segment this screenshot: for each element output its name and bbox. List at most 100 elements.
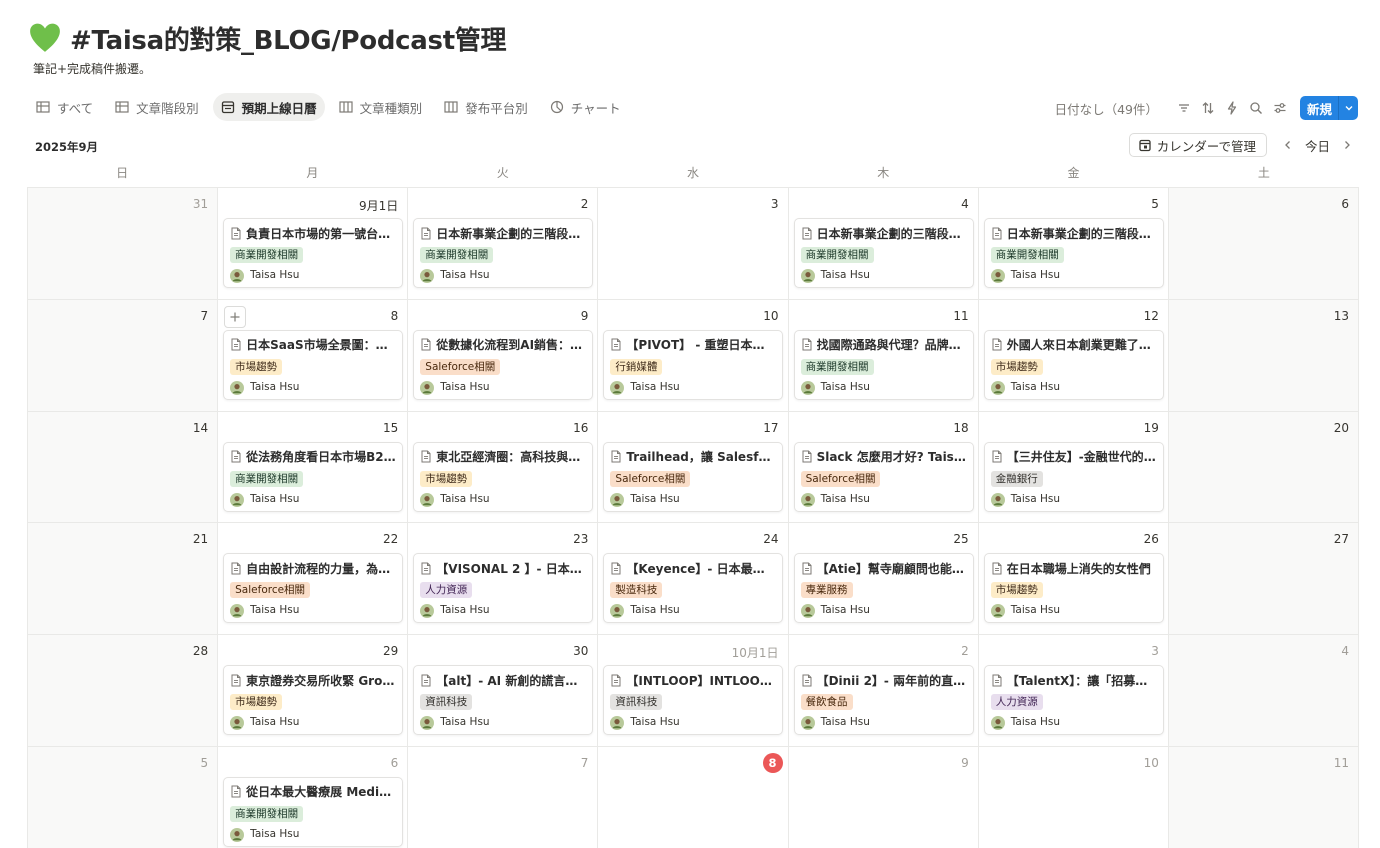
calendar-day[interactable]: 23 【VISONAL 2 】- 日本開發人才市場人力資源 Taisa Hsu xyxy=(408,523,599,636)
calendar-day[interactable]: 12 外國人來日本創業更難了？新制度解析市場趨勢 Taisa Hsu xyxy=(978,299,1169,412)
calendar-card[interactable]: 從數據化流程到AI銷售：日本企業的轉型 Saleforce相關 Taisa Hsu xyxy=(413,329,594,400)
today-button[interactable]: 今日 xyxy=(1299,136,1336,155)
calendar-card[interactable]: 找國際通路與代理？品牌出海的關鍵商業開發相關 Taisa Hsu xyxy=(793,329,974,400)
calendar-day[interactable]: 2 日本新事業企劃的三階段流程 商業開發相關 Taisa Hsu xyxy=(408,188,599,300)
search-icon[interactable] xyxy=(1248,100,1264,116)
day-number: 4 xyxy=(961,197,969,211)
calendar-day[interactable]: 20 xyxy=(1168,411,1359,524)
calendar-day[interactable]: 31 xyxy=(28,188,219,300)
calendar-card[interactable]: 外國人來日本創業更難了？新制度解析市場趨勢 Taisa Hsu xyxy=(983,329,1164,400)
calendar-card[interactable]: 東北亞經濟圈：高科技與供應鏈市場趨勢 Taisa Hsu xyxy=(413,441,594,512)
calendar-day[interactable]: 28 xyxy=(28,635,219,747)
calendar-card[interactable]: Trailhead，讓 Salesforce 學習更簡單 Saleforce相關 T… xyxy=(603,441,784,512)
calendar-day[interactable]: 9 xyxy=(788,746,979,848)
calendar-card[interactable]: 日本新事業企劃的三階段流程 商業開發相關 Taisa Hsu xyxy=(413,218,594,288)
calendar-day[interactable]: 9月1日負責日本市場的第一號台灣人：Taisa的對策商業開發相關 Taisa Hs… xyxy=(218,188,409,300)
calendar-day[interactable]: 19 【三井住友】-金融世代的數位轉型金融銀行 Taisa Hsu xyxy=(978,411,1169,524)
calendar-day[interactable]: 4 日本新事業企劃的三階段流程 商業開發相關 Taisa Hsu xyxy=(788,188,979,300)
calendar-day[interactable]: 11 找國際通路與代理？品牌出海的關鍵商業開發相關 Taisa Hsu xyxy=(788,299,979,412)
calendar-card[interactable]: 負責日本市場的第一號台灣人：Taisa的對策商業開發相關 Taisa Hsu xyxy=(223,218,404,288)
calendar-card[interactable]: 【Keyence】- 日本最賺錢的製造商製造科技 Taisa Hsu xyxy=(603,553,784,624)
calendar-day[interactable]: 13 xyxy=(1168,299,1359,412)
calendar-card[interactable]: 【Atie】幫寺廟顧問也能IT化 專業服務 Taisa Hsu xyxy=(793,553,974,624)
tab-chart[interactable]: チャート xyxy=(542,93,629,121)
sort-icon[interactable] xyxy=(1200,100,1216,116)
calendar-card[interactable]: 從日本最大醫療展 Medical Japan 看趨勢商業開發相關 Taisa Hs… xyxy=(223,776,404,847)
calendar-day[interactable]: 22 自由設計流程的力量，為業務帶來效率 Saleforce相關 Taisa Hsu xyxy=(218,523,409,636)
author-name: Taisa Hsu xyxy=(1010,380,1060,393)
calendar-card[interactable]: 【VISONAL 2 】- 日本開發人才市場人力資源 Taisa Hsu xyxy=(413,553,594,624)
calendar-card[interactable]: 日本SaaS市場全景圖：從成長到挑戰市場趨勢 Taisa Hsu xyxy=(223,329,404,400)
calendar-day[interactable]: 2 【Dinii 2】- 兩年前的直覺與現在餐飲食品 Taisa Hsu xyxy=(788,635,979,747)
tab-article-type[interactable]: 文章種類別 xyxy=(331,93,431,121)
calendar-day[interactable]: 5 xyxy=(28,746,219,848)
calendar-day[interactable]: 17 Trailhead，讓 Salesforce 學習更簡單 Saleforce相… xyxy=(598,411,789,524)
calendar-day[interactable]: 14 xyxy=(28,411,219,524)
calendar-card[interactable]: 從法務角度看日本市場B2B合約商業開發相關 Taisa Hsu xyxy=(223,441,404,512)
tab-calendar[interactable]: 預期上線日曆 xyxy=(212,93,325,121)
category-tag: 資訊科技 xyxy=(420,694,473,711)
calendar-day[interactable]: 7 xyxy=(408,746,599,848)
calendar-day[interactable]: 10 【PIVOT】 - 重塑日本「商業媒體」行銷媒體 Taisa Hsu xyxy=(598,299,789,412)
no-date-count[interactable]: 日付なし（49件） xyxy=(1055,99,1158,118)
filter-icon[interactable] xyxy=(1176,100,1192,116)
calendar-card[interactable]: 【PIVOT】 - 重塑日本「商業媒體」行銷媒體 Taisa Hsu xyxy=(603,329,784,400)
settings-icon[interactable] xyxy=(1272,100,1288,116)
calendar-card[interactable]: 在日本職場上消失的女性們 市場趨勢 Taisa Hsu xyxy=(983,553,1164,624)
new-button-label[interactable]: 新規 xyxy=(1299,96,1338,120)
tab-all[interactable]: すべて xyxy=(28,93,101,121)
chevron-left-icon[interactable] xyxy=(1280,137,1296,153)
card-author: Taisa Hsu xyxy=(800,715,967,731)
tab-platform[interactable]: 發布平台別 xyxy=(436,93,536,121)
calendar-day[interactable]: 8 日本SaaS市場全景圖：從成長到挑戰市場趨勢 Taisa Hsu xyxy=(218,299,409,412)
new-button[interactable]: 新規 xyxy=(1299,96,1358,120)
card-title-row: 外國人來日本創業更難了？新制度解析 xyxy=(991,336,1157,354)
calendar-day[interactable]: 11 xyxy=(1168,746,1359,848)
calendar-day[interactable]: 26 在日本職場上消失的女性們 市場趨勢 Taisa Hsu xyxy=(978,523,1169,636)
calendar-day[interactable]: 7 xyxy=(28,299,219,412)
page-title[interactable]: #Taisa的對策_BLOG/Podcast管理 xyxy=(70,20,507,57)
calendar-day[interactable]: 21 xyxy=(28,523,219,636)
calendar-day[interactable]: 18 Slack 怎麼用才好? Taisa的實戰心得 Saleforce相關 Tais… xyxy=(788,411,979,524)
weekday-label: 木 xyxy=(877,166,890,180)
calendar-day[interactable]: 15 從法務角度看日本市場B2B合約商業開發相關 Taisa Hsu xyxy=(218,411,409,524)
calendar-day[interactable]: 9 從數據化流程到AI銷售：日本企業的轉型 Saleforce相關 Taisa Hsu xyxy=(408,299,599,412)
calendar-day[interactable]: 10 xyxy=(978,746,1169,848)
calendar-card[interactable]: 【alt】- AI 新創的謊言：真相是什麼資訊科技 Taisa Hsu xyxy=(413,665,594,736)
chevron-right-icon[interactable] xyxy=(1339,137,1355,153)
manage-calendar-button[interactable]: カレンダーで管理 xyxy=(1128,133,1267,157)
calendar-day[interactable]: 3 xyxy=(598,188,789,300)
add-page-icon[interactable] xyxy=(224,305,247,328)
calendar-day[interactable]: 30 【alt】- AI 新創的謊言：真相是什麼資訊科技 Taisa Hsu xyxy=(408,635,599,747)
green-heart-icon[interactable] xyxy=(28,21,62,55)
card-author: Taisa Hsu xyxy=(800,492,967,507)
calendar-card[interactable]: 日本新事業企劃的三階段流程 商業開發相關 Taisa Hsu xyxy=(983,218,1164,288)
calendar-day[interactable]: 25 【Atie】幫寺廟顧問也能IT化 專業服務 Taisa Hsu xyxy=(788,523,979,636)
calendar-day[interactable]: 27 xyxy=(1168,523,1359,636)
calendar-card[interactable]: 【Dinii 2】- 兩年前的直覺與現在餐飲食品 Taisa Hsu xyxy=(793,665,974,736)
calendar-day[interactable]: 24 【Keyence】- 日本最賺錢的製造商製造科技 Taisa Hsu xyxy=(598,523,789,636)
calendar-card[interactable]: 日本新事業企劃的三階段流程 商業開發相關 Taisa Hsu xyxy=(793,218,974,288)
calendar-week: 31 9月1日負責日本市場的第一號台灣人：Taisa的對策商業開發相關 Taisa … xyxy=(28,188,1359,300)
calendar-card[interactable]: Slack 怎麼用才好? Taisa的實戰心得 Saleforce相關 Taisa … xyxy=(793,441,974,512)
calendar-day[interactable]: 6 xyxy=(1168,188,1359,300)
calendar-day[interactable]: 6 從日本最大醫療展 Medical Japan 看趨勢商業開發相關 Taisa H… xyxy=(218,746,409,848)
calendar-day[interactable]: 5 日本新事業企劃的三階段流程 商業開發相關 Taisa Hsu xyxy=(978,188,1169,300)
automation-icon[interactable] xyxy=(1224,100,1240,116)
page-description[interactable]: 筆記+完成稿件搬遷。 xyxy=(33,60,151,77)
chevron-down-icon[interactable] xyxy=(1338,96,1358,120)
category-tag: 專業服務 xyxy=(800,582,853,599)
calendar-card[interactable]: 【TalentX】：讓「招募」變成行銷人力資源 Taisa Hsu xyxy=(983,665,1164,736)
category-tag: 餐飲食品 xyxy=(800,694,853,711)
calendar-day[interactable]: 3 【TalentX】：讓「招募」變成行銷人力資源 Taisa Hsu xyxy=(978,635,1169,747)
calendar-card[interactable]: 【三井住友】-金融世代的數位轉型金融銀行 Taisa Hsu xyxy=(983,441,1164,512)
calendar-day[interactable]: 16 東北亞經濟圈：高科技與供應鏈市場趨勢 Taisa Hsu xyxy=(408,411,599,524)
calendar-card[interactable]: 東京證券交易所收緊 Growth 市場上市條件市場趨勢 Taisa Hsu xyxy=(223,665,404,736)
calendar-day[interactable]: 29 東京證券交易所收緊 Growth 市場上市條件市場趨勢 Taisa Hsu xyxy=(218,635,409,747)
calendar-day[interactable]: 4 xyxy=(1168,635,1359,747)
tab-article-stage[interactable]: 文章階段別 xyxy=(107,93,207,121)
calendar-card[interactable]: 【INTLOOP】INTLOOP的成長策略資訊科技 Taisa Hsu xyxy=(603,665,784,736)
calendar-day[interactable]: 8 xyxy=(598,746,789,848)
calendar-day[interactable]: 10月1日【INTLOOP】INTLOOP的成長策略資訊科技 Taisa Hsu xyxy=(598,635,789,747)
calendar-card[interactable]: 自由設計流程的力量，為業務帶來效率 Saleforce相關 Taisa Hsu xyxy=(223,553,404,624)
